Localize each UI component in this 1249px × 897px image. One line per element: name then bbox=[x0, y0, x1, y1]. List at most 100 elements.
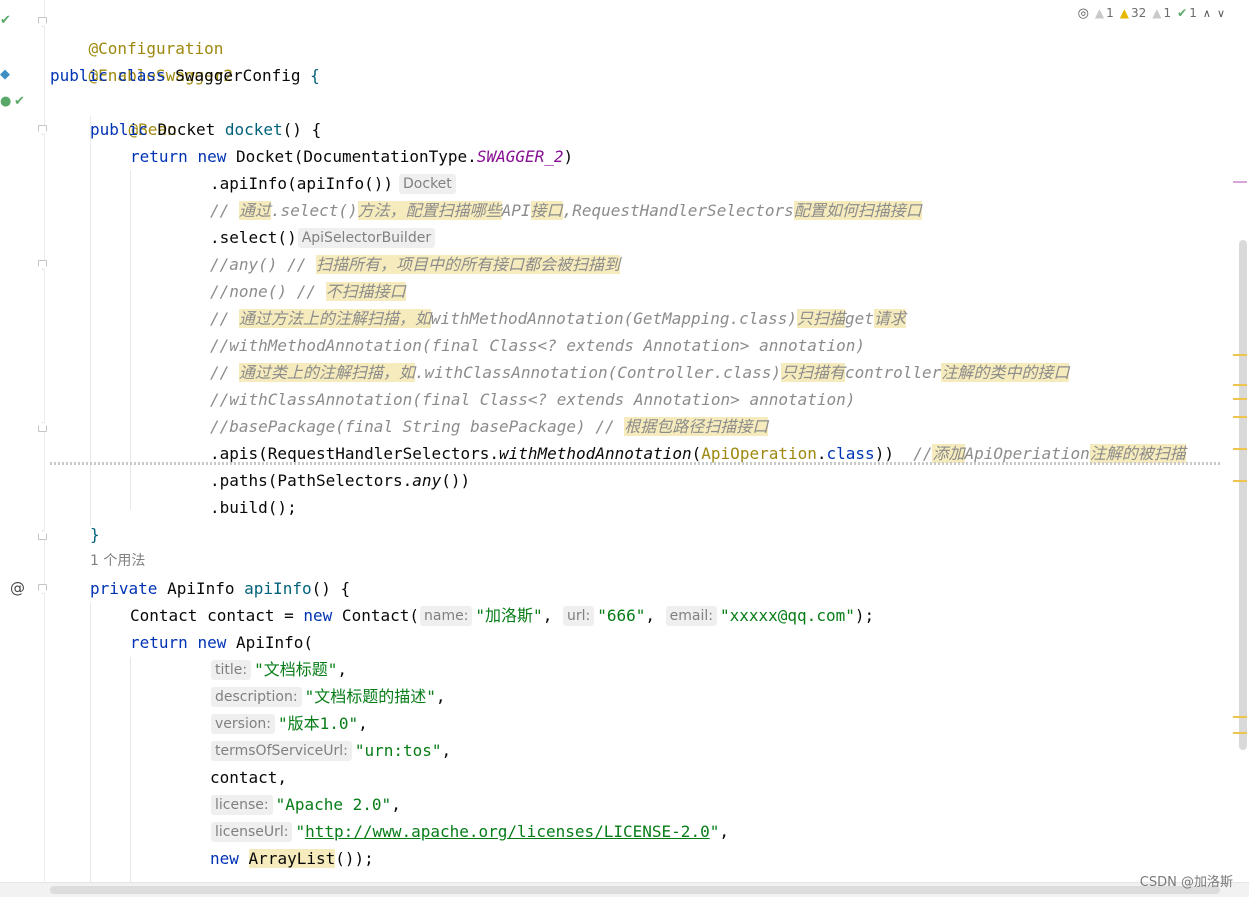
code-line[interactable]: version: "版本1.0", bbox=[210, 710, 368, 737]
code-line[interactable]: contact, bbox=[210, 764, 287, 791]
error-stripe-mark[interactable] bbox=[1233, 398, 1247, 400]
comment-highlight: 请求 bbox=[873, 309, 906, 328]
fold-toggle-icon[interactable] bbox=[38, 260, 47, 270]
type-token: Docket bbox=[157, 120, 216, 139]
string-token: "xxxxx@qq.com" bbox=[719, 606, 855, 625]
method-name-token: docket bbox=[224, 120, 283, 139]
code-line[interactable]: title: "文档标题", bbox=[210, 656, 347, 683]
code-line[interactable]: //none() // 不扫描接口 bbox=[210, 278, 406, 305]
comment-token: ,RequestHandlerSelectors bbox=[562, 201, 794, 220]
brace-token: { bbox=[310, 66, 320, 85]
comment-token: ApiOperiation bbox=[964, 444, 1090, 463]
code-text: , bbox=[435, 687, 446, 706]
code-line[interactable]: description: "文档标题的描述", bbox=[210, 683, 445, 710]
horizontal-scrollbar[interactable] bbox=[0, 882, 1249, 897]
string-token: "666" bbox=[597, 606, 646, 625]
string-token: "urn:tos" bbox=[354, 741, 442, 760]
comment-token: //withClassAnnotation(final Class<? exte… bbox=[210, 390, 856, 409]
error-stripe-mark[interactable] bbox=[1233, 480, 1247, 482]
comment-highlight: 扫描所有，项目中的所有接口都会被扫描到 bbox=[315, 255, 620, 274]
code-line[interactable]: //any() // 扫描所有，项目中的所有接口都会被扫描到 bbox=[210, 251, 620, 278]
code-text: , bbox=[358, 714, 368, 733]
bean-check-icon[interactable]: ✔ bbox=[14, 94, 25, 110]
code-text: .build(); bbox=[210, 498, 297, 517]
code-text: , bbox=[441, 741, 452, 760]
code-line[interactable]: return new Docket(DocumentationType.SWAG… bbox=[130, 143, 573, 170]
code-line[interactable]: public Docket docket() { bbox=[90, 116, 321, 143]
error-stripe-mark[interactable] bbox=[1233, 181, 1247, 183]
type-token: ApiInfo bbox=[167, 579, 235, 598]
error-stripe-mark[interactable] bbox=[1233, 384, 1247, 386]
code-line[interactable]: @Bean bbox=[90, 89, 177, 139]
comment-highlight: 添加 bbox=[932, 444, 965, 463]
constant-token: SWAGGER_2 bbox=[476, 147, 564, 166]
scrollbar-thumb[interactable] bbox=[50, 886, 1220, 894]
error-stripe-mark[interactable] bbox=[1233, 416, 1247, 418]
code-line[interactable]: .select() ApiSelectorBuilder bbox=[210, 224, 438, 251]
at-override-icon[interactable]: @ bbox=[10, 580, 25, 596]
url-link[interactable]: http://www.apache.org/licenses/LICENSE-2… bbox=[305, 822, 710, 841]
error-stripe-mark[interactable] bbox=[1233, 716, 1247, 718]
code-line[interactable]: private ApiInfo apiInfo() { bbox=[90, 575, 350, 602]
code-line[interactable]: //withMethodAnnotation(final Class<? ext… bbox=[210, 332, 865, 359]
editor-gutter[interactable]: ✔ ◆ ● ✔ @ bbox=[0, 0, 47, 882]
fold-toggle-icon[interactable] bbox=[38, 584, 47, 594]
code-text: , bbox=[719, 822, 729, 841]
keyword-token: private bbox=[90, 579, 158, 598]
code-text: Contact( bbox=[332, 606, 419, 625]
spring-bean-method-icon[interactable]: ● bbox=[0, 94, 11, 110]
code-line[interactable]: new ArrayList()); bbox=[210, 845, 374, 872]
param-hint: licenseUrl: bbox=[211, 822, 293, 842]
code-line[interactable]: @Configuration bbox=[50, 8, 224, 58]
spring-bean-icon[interactable]: ◆ bbox=[0, 67, 10, 83]
code-line[interactable]: .build(); bbox=[210, 494, 297, 521]
param-hint: url: bbox=[562, 606, 595, 626]
comment-token: controller bbox=[844, 363, 942, 382]
param-hint: version: bbox=[211, 714, 275, 734]
comment-highlight: 通过类上的注解扫描，如 bbox=[238, 363, 415, 382]
code-line[interactable]: Contact contact = new Contact(name: "加洛斯"… bbox=[130, 602, 874, 629]
code-line[interactable]: // 通过方法上的注解扫描，如withMethodAnnotation(GetM… bbox=[210, 305, 906, 332]
code-line[interactable]: return new ApiInfo( bbox=[130, 629, 313, 656]
error-stripe-mark[interactable] bbox=[1233, 354, 1247, 356]
error-stripe-mark[interactable] bbox=[1233, 732, 1247, 734]
code-text: () { bbox=[311, 579, 351, 598]
comment-highlight: 注解的类中的接口 bbox=[941, 363, 1070, 382]
string-token: "Apache 2.0" bbox=[275, 795, 392, 814]
code-line[interactable]: licenseUrl: "http://www.apache.org/licens… bbox=[210, 818, 729, 845]
code-line[interactable]: // 通过.select()方法，配置扫描哪些API接口,RequestHand… bbox=[210, 197, 922, 224]
code-line[interactable]: } bbox=[90, 521, 100, 548]
fold-toggle-icon[interactable] bbox=[38, 530, 47, 540]
usage-count-hint[interactable]: 1 个用法 bbox=[90, 548, 145, 575]
code-line[interactable]: .apiInfo(apiInfo()) Docket bbox=[210, 170, 459, 197]
code-line[interactable]: //basePackage(final String basePackage) … bbox=[210, 413, 769, 440]
comment-highlight: 不扫描接口 bbox=[325, 282, 406, 301]
code-text: ()); bbox=[335, 849, 374, 868]
comment-highlight: 只扫描有 bbox=[780, 363, 845, 382]
code-line[interactable]: //withClassAnnotation(final Class<? exte… bbox=[210, 386, 855, 413]
code-line[interactable]: termsOfServiceUrl: "urn:tos", bbox=[210, 737, 451, 764]
code-editor[interactable]: @Configuration @EnableSwagger2 public cl… bbox=[50, 0, 1235, 882]
fold-toggle-icon[interactable] bbox=[38, 422, 47, 432]
string-token: " bbox=[295, 822, 306, 841]
fold-toggle-icon[interactable] bbox=[38, 125, 47, 135]
code-text: , bbox=[645, 606, 665, 625]
code-line[interactable]: license: "Apache 2.0", bbox=[210, 791, 401, 818]
param-hint: description: bbox=[211, 687, 302, 707]
type-hint: ApiSelectorBuilder bbox=[297, 228, 436, 248]
error-stripe-mark[interactable] bbox=[1233, 448, 1247, 450]
param-hint: title: bbox=[211, 660, 252, 680]
comment-token: //basePackage(final String basePackage) … bbox=[210, 417, 625, 436]
bean-check-icon[interactable]: ✔ bbox=[0, 13, 11, 29]
vertical-scrollbar[interactable] bbox=[1239, 240, 1247, 750]
code-text: , bbox=[542, 606, 562, 625]
code-line[interactable]: .paths(PathSelectors.any()) bbox=[210, 467, 470, 494]
comment-token: //any() // bbox=[210, 255, 316, 274]
code-line[interactable]: @EnableSwagger2 bbox=[50, 35, 234, 85]
code-line[interactable]: public class SwaggerConfig { bbox=[50, 62, 320, 89]
annotation-class-token: ApiOperation bbox=[701, 444, 817, 463]
fold-toggle-icon[interactable] bbox=[38, 17, 47, 27]
indent-guide bbox=[130, 657, 131, 882]
code-line[interactable]: // 通过类上的注解扫描，如.withClassAnnotation(Contr… bbox=[210, 359, 1070, 386]
comment-highlight: 配置如何扫描接口 bbox=[793, 201, 922, 220]
